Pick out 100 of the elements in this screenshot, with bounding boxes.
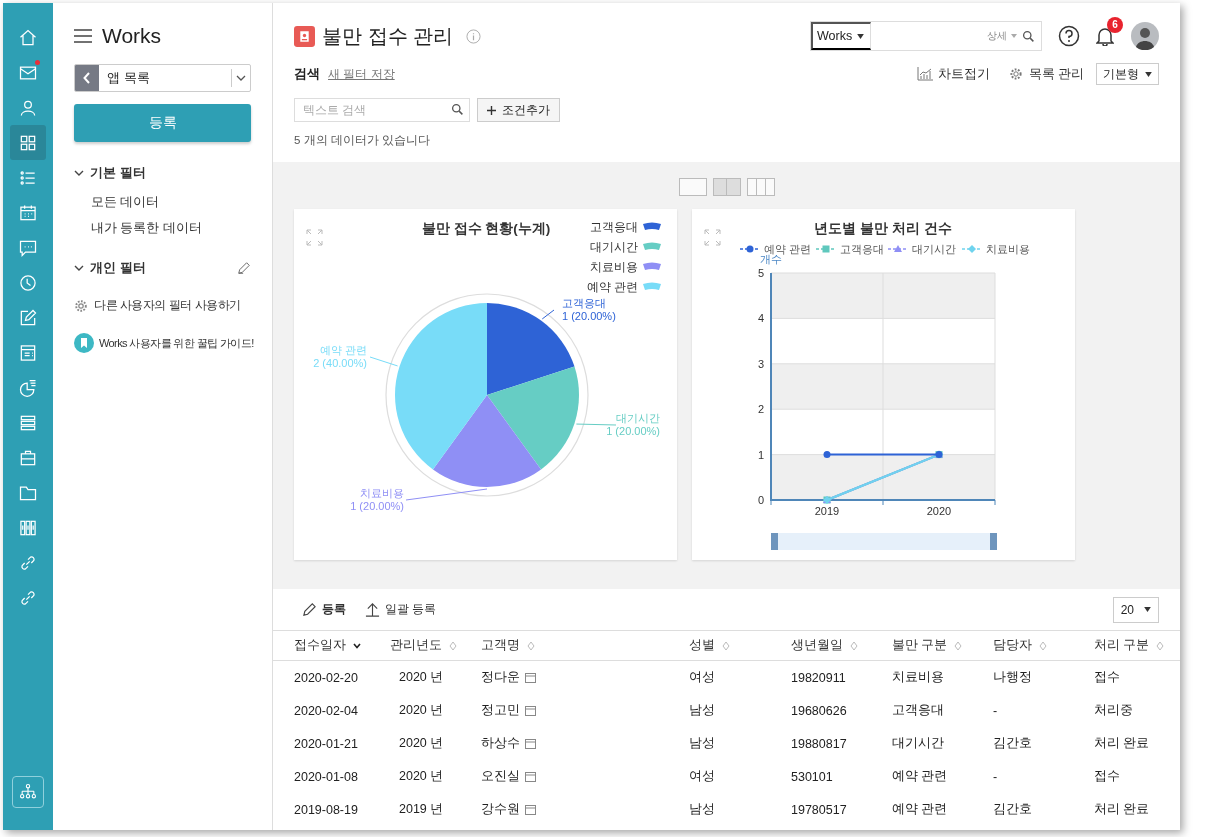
scope-select[interactable]: Works: [811, 22, 871, 50]
legend-label[interactable]: 고객응대: [590, 220, 638, 234]
legend-label[interactable]: 예약 관련: [586, 280, 638, 294]
table-cell: 처리 완료: [1094, 802, 1150, 816]
app-select[interactable]: 앱 목록: [74, 64, 251, 92]
window-icon[interactable]: [525, 771, 536, 782]
pie-slice[interactable]: [487, 366, 579, 470]
table-cell-text: 2020 년: [398, 670, 444, 684]
legend-label[interactable]: 치료비용: [986, 243, 1030, 255]
window-icon[interactable]: [525, 672, 536, 683]
list-settings-button[interactable]: 목록 관리: [1007, 65, 1084, 83]
page-size-select[interactable]: 20: [1112, 596, 1159, 623]
filter-item[interactable]: 모든 데이터: [91, 194, 251, 211]
nav-button[interactable]: [10, 125, 46, 160]
table-cell: 접수: [1094, 769, 1120, 783]
page-title: 불만 접수 관리: [322, 23, 454, 49]
expand-icon[interactable]: [306, 229, 323, 246]
search-icon: [451, 103, 464, 116]
tick-label: 2019: [814, 505, 840, 517]
legend-label[interactable]: 고객응대: [840, 243, 884, 255]
legend-label[interactable]: 대기시간: [912, 243, 956, 255]
pie-slice[interactable]: [432, 395, 542, 487]
table-cell: 오진실: [481, 768, 520, 785]
column-header[interactable]: 생년월일: [791, 637, 858, 654]
pencil-icon: [302, 602, 317, 617]
caret-icon: [1144, 607, 1151, 612]
layout-toggle[interactable]: [746, 178, 775, 196]
table-cell: 정다운: [481, 669, 520, 686]
window-icon[interactable]: [525, 804, 536, 815]
layout-toggle[interactable]: [678, 178, 707, 196]
tick-label: 0: [757, 494, 764, 506]
legend-label[interactable]: 예약 관련: [764, 243, 812, 255]
column-header[interactable]: 관리년도: [390, 637, 457, 654]
save-filter-link[interactable]: 새 필터 저장: [328, 65, 395, 83]
table-cell: 19780517: [791, 802, 847, 817]
table-cell: 19680626: [791, 703, 847, 718]
range-navigator[interactable]: [771, 533, 997, 550]
view-select[interactable]: 기본형: [1096, 63, 1159, 85]
add-condition-button[interactable]: 조건추가: [477, 98, 560, 122]
column-header[interactable]: 담당자: [993, 637, 1047, 654]
avatar[interactable]: [1131, 22, 1159, 50]
back-button[interactable]: [75, 65, 99, 91]
leader-line: [541, 309, 555, 320]
table-cell: 2020-01-08: [294, 769, 358, 784]
column-header[interactable]: 처리 구분: [1094, 637, 1165, 654]
table-cell: 치료비용: [892, 670, 944, 684]
chevron-left-icon: [83, 72, 91, 84]
section-title[interactable]: 개인 필터: [90, 259, 146, 277]
register-button[interactable]: 등록: [302, 601, 346, 618]
table-cell: 처리 완료: [1094, 736, 1150, 750]
other-filters-link[interactable]: 다른 사용자의 필터 사용하기: [94, 297, 241, 314]
column-header[interactable]: 불만 구분: [892, 637, 963, 654]
search-field[interactable]: Works 상세: [810, 21, 1042, 51]
filter-item[interactable]: 내가 등록한 데이터: [91, 220, 251, 237]
layout-toggle[interactable]: [712, 178, 741, 196]
bell-icon[interactable]: [1096, 26, 1114, 46]
detail-search-button[interactable]: 상세: [987, 29, 1017, 43]
table-cell: 강수원: [481, 801, 520, 818]
text-search-field[interactable]: 텍스트 검색: [294, 98, 470, 122]
table-cell-text: 2020 년: [398, 736, 444, 750]
pie-chart-icon: [18, 377, 38, 398]
menu-icon[interactable]: [74, 29, 92, 43]
org-chart-button[interactable]: [12, 776, 44, 808]
table-cell: -: [993, 769, 998, 784]
window-icon[interactable]: [525, 738, 536, 749]
legend-label[interactable]: 대기시간: [590, 240, 638, 254]
table-cell: 19880817: [791, 736, 847, 751]
table-cell-text: 2020 년: [398, 769, 444, 783]
chevron-down-icon[interactable]: [74, 168, 84, 178]
note-icon: [18, 342, 38, 363]
column-header[interactable]: 성별: [689, 637, 730, 654]
bookmark-icon: [74, 333, 94, 353]
expand-icon[interactable]: [704, 229, 721, 246]
window-icon[interactable]: [525, 705, 536, 716]
slice-label: 치료비용: [360, 487, 404, 499]
slice-label: 고객응대: [562, 297, 606, 309]
pie-slice[interactable]: [395, 303, 487, 470]
leader-line: [575, 423, 617, 426]
tick-label: 3: [757, 357, 764, 370]
column-header[interactable]: 고객명: [481, 637, 535, 654]
edit-icon: [18, 307, 38, 328]
section-title[interactable]: 기본 필터: [90, 164, 146, 182]
help-icon[interactable]: [1058, 25, 1080, 47]
table-cell: 김간호: [993, 736, 1032, 750]
column-header[interactable]: 접수일자: [294, 637, 361, 654]
series-line[interactable]: [823, 451, 943, 459]
guide-link[interactable]: Works 사용자를 위한 꿀팁 가이드!: [99, 335, 254, 351]
pencil-icon[interactable]: [237, 261, 251, 275]
table-cell-text: 2020 년: [398, 703, 444, 717]
chart-toggle-button[interactable]: 차트접기: [916, 65, 990, 83]
tick-label: 2020: [926, 505, 952, 517]
bulk-register-button[interactable]: 일괄 등록: [365, 601, 437, 618]
info-icon[interactable]: [466, 28, 482, 44]
caret-icon: [1145, 71, 1152, 77]
legend-label[interactable]: 치료비용: [590, 260, 638, 274]
table-cell: 남성: [689, 802, 715, 816]
leader-line: [369, 356, 399, 367]
chart-title: 불만 접수 현황(누계): [421, 221, 551, 236]
table-cell: 여성: [689, 670, 715, 684]
chevron-down-icon[interactable]: [74, 263, 84, 273]
